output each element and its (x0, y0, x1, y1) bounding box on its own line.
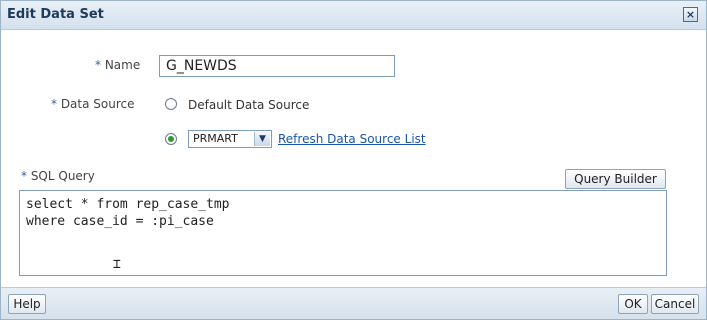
refresh-data-source-list-link[interactable]: Refresh Data Source List (278, 132, 426, 146)
name-label: * Name (95, 58, 140, 72)
dialog-title: Edit Data Set (7, 7, 104, 22)
name-input[interactable] (159, 55, 395, 77)
edit-data-set-dialog: Edit Data Set × * Name * Data Source Def… (0, 0, 707, 320)
data-source-label: * Data Source (51, 97, 135, 111)
chevron-down-icon[interactable]: ▼ (254, 132, 270, 146)
sql-query-label-text: SQL Query (27, 169, 95, 183)
selected-data-source-radio[interactable] (165, 133, 177, 145)
data-source-select-value: PRMART (193, 132, 238, 145)
help-button[interactable]: Help (8, 294, 46, 314)
default-data-source-label: Default Data Source (188, 98, 310, 112)
default-data-source-radio[interactable] (165, 98, 177, 110)
ok-button[interactable]: OK (618, 294, 648, 314)
query-builder-button[interactable]: Query Builder (565, 169, 666, 189)
close-icon[interactable]: × (683, 7, 698, 22)
sql-query-label: * SQL Query (21, 169, 95, 183)
dialog-titlebar: Edit Data Set × (1, 1, 706, 30)
dialog-footer: Help OK Cancel (1, 287, 706, 319)
data-source-select[interactable]: PRMART ▼ (188, 130, 272, 148)
cancel-button[interactable]: Cancel (651, 294, 699, 314)
data-source-label-text: Data Source (57, 97, 135, 111)
text-cursor-icon: ⌶ (113, 257, 121, 272)
name-label-text: Name (101, 58, 141, 72)
